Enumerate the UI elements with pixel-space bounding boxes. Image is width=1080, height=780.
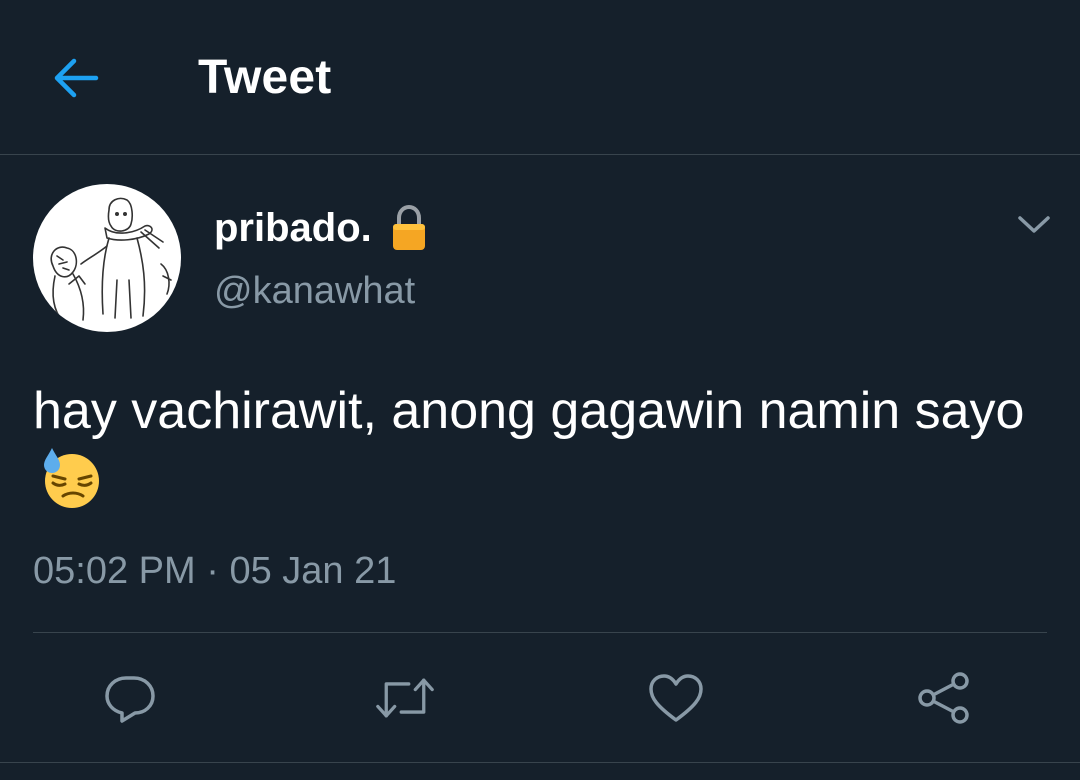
tweet-text: hay vachirawit, anong gagawin namin sayo <box>33 376 1053 528</box>
avatar-drawing <box>50 197 172 323</box>
arrow-left-icon <box>54 58 99 98</box>
timestamp-separator: · <box>206 550 219 592</box>
avatar[interactable] <box>33 184 181 332</box>
retweet-icon <box>376 678 434 718</box>
lock-icon <box>390 205 428 251</box>
reply-icon <box>105 676 155 723</box>
reply-button[interactable] <box>100 668 160 728</box>
tweet-body: hay vachirawit, anong gagawin namin sayo <box>33 382 1025 440</box>
retweet-button[interactable] <box>375 668 435 728</box>
author-handle[interactable]: @kanawhat <box>214 270 415 313</box>
chevron-down-icon <box>1018 216 1050 233</box>
like-button[interactable] <box>646 668 706 728</box>
author-name-row[interactable]: pribado. <box>214 202 428 254</box>
tweet-time: 05:02 PM <box>33 550 196 592</box>
tweet-timestamp: 05:02 PM · 05 Jan 21 <box>33 550 396 593</box>
bottom-divider <box>0 762 1080 763</box>
share-button[interactable] <box>914 668 974 728</box>
tweet-date: 05 Jan 21 <box>229 550 397 592</box>
top-bar: Tweet <box>0 0 1080 155</box>
downcast-face-with-sweat-emoji <box>39 446 103 528</box>
divider <box>33 632 1047 633</box>
share-icon <box>918 672 969 724</box>
heart-icon <box>649 674 703 722</box>
tweet-menu-button[interactable] <box>1012 208 1056 242</box>
page-title: Tweet <box>198 51 332 104</box>
back-button[interactable] <box>50 54 102 102</box>
author-display-name[interactable]: pribado. <box>214 206 372 251</box>
